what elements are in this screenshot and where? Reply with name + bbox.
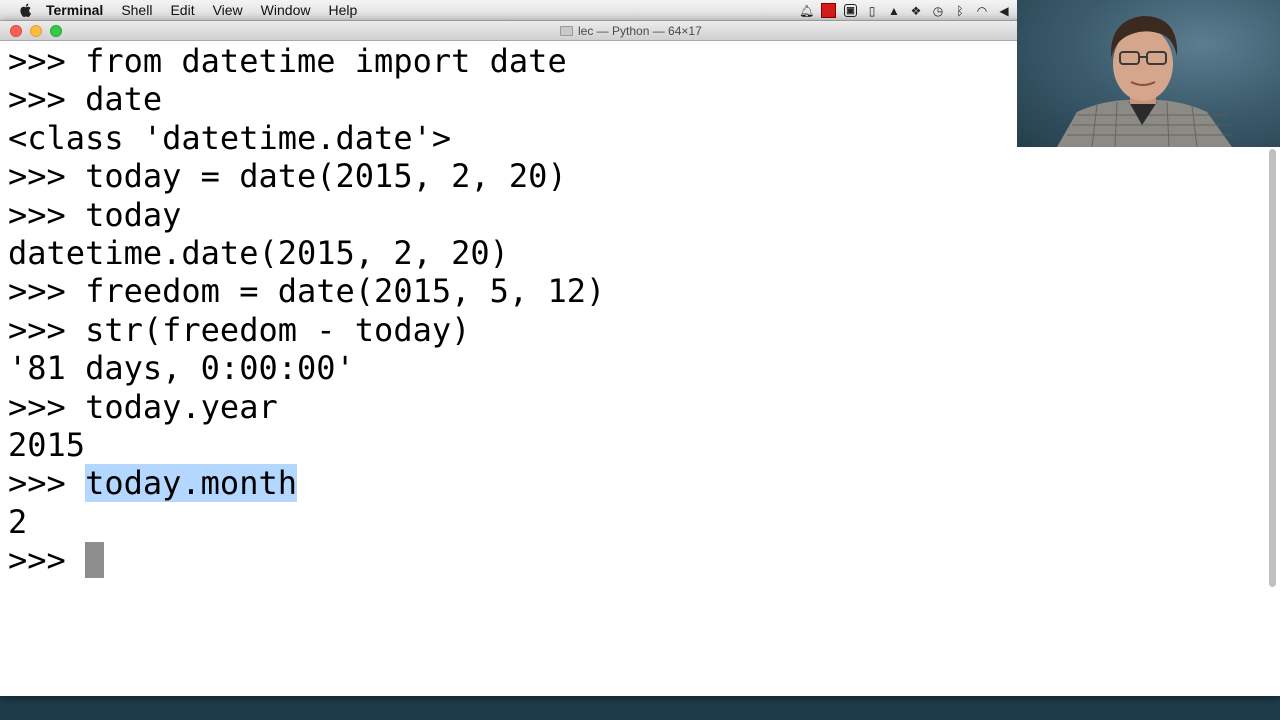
volume-icon[interactable]: ◀ <box>997 4 1011 18</box>
minimize-button[interactable] <box>30 25 42 37</box>
line-text: str(freedom - today) <box>85 310 471 349</box>
prompt: >>> <box>8 541 86 580</box>
battery-icon[interactable]: ▯ <box>865 4 879 18</box>
line-text: 2 <box>8 502 28 541</box>
terminal-line: >>> today.month <box>8 464 1280 503</box>
presenter-video <box>1057 16 1232 147</box>
zoom-button[interactable] <box>50 25 62 37</box>
menu-help[interactable]: Help <box>328 2 357 18</box>
record-icon[interactable] <box>821 3 836 18</box>
prompt: >>> <box>8 80 86 119</box>
line-text: today.year <box>85 387 278 426</box>
terminal-line: >>> today <box>8 196 1280 234</box>
apple-menu-icon[interactable] <box>18 2 34 18</box>
line-text: from datetime import date <box>85 42 567 80</box>
window-title-text: lec — Python — 64×17 <box>578 24 702 38</box>
prompt: >>> <box>8 42 86 80</box>
prompt: >>> <box>8 464 86 503</box>
menu-edit[interactable]: Edit <box>170 2 194 18</box>
drive-icon[interactable]: ▲ <box>887 4 901 18</box>
camera-icon[interactable]: ▣ <box>844 4 857 17</box>
dropbox-icon[interactable]: ❖ <box>909 4 923 18</box>
line-text: '81 days, 0:00:00' <box>8 349 355 388</box>
menu-bar: Terminal Shell Edit View Window Help 🔔︎ … <box>0 0 1017 21</box>
close-button[interactable] <box>10 25 22 37</box>
line-text: datetime.date(2015, 2, 20) <box>8 233 509 272</box>
line-text: freedom = date(2015, 5, 12) <box>85 272 606 311</box>
folder-icon <box>560 26 573 36</box>
terminal-line: >>> freedom = date(2015, 5, 12) <box>8 272 1280 310</box>
terminal-line: datetime.date(2015, 2, 20) <box>8 234 1280 272</box>
webcam-overlay <box>1017 0 1280 147</box>
wifi-icon[interactable]: ◠ <box>975 4 989 18</box>
terminal-line: '81 days, 0:00:00' <box>8 349 1280 387</box>
terminal-line: 2015 <box>8 426 1280 464</box>
terminal-line: >>> <box>8 541 1280 579</box>
line-text: date <box>85 80 163 119</box>
bluetooth-icon[interactable]: ᛒ <box>953 4 967 18</box>
menu-view[interactable]: View <box>213 2 243 18</box>
line-text: <class 'datetime.date'> <box>8 118 452 157</box>
line-text: 2015 <box>8 425 86 464</box>
prompt: >>> <box>8 157 86 196</box>
selected-text: today.month <box>85 464 297 503</box>
menu-shell[interactable]: Shell <box>121 2 152 18</box>
terminal-line: >>> today.year <box>8 388 1280 426</box>
notification-bell-icon[interactable]: 🔔︎ <box>799 4 814 18</box>
terminal-line: >>> today = date(2015, 2, 20) <box>8 157 1280 195</box>
text-cursor <box>85 542 105 579</box>
menu-terminal[interactable]: Terminal <box>46 2 103 18</box>
terminal-line: >>> str(freedom - today) <box>8 311 1280 349</box>
line-text: today <box>85 195 182 234</box>
status-icons: 🔔︎ ▣ ▯ ▲ ❖ ◷ ᛒ ◠ ◀ <box>799 2 1011 19</box>
prompt: >>> <box>8 387 86 426</box>
terminal-line: 2 <box>8 503 1280 541</box>
menu-window[interactable]: Window <box>261 2 311 18</box>
line-text: today = date(2015, 2, 20) <box>85 157 567 196</box>
scrollbar[interactable] <box>1269 149 1276 587</box>
prompt: >>> <box>8 272 86 311</box>
prompt: >>> <box>8 195 86 234</box>
window-title: lec — Python — 64×17 <box>560 24 702 38</box>
prompt: >>> <box>8 310 86 349</box>
time-machine-icon[interactable]: ◷ <box>931 4 945 18</box>
